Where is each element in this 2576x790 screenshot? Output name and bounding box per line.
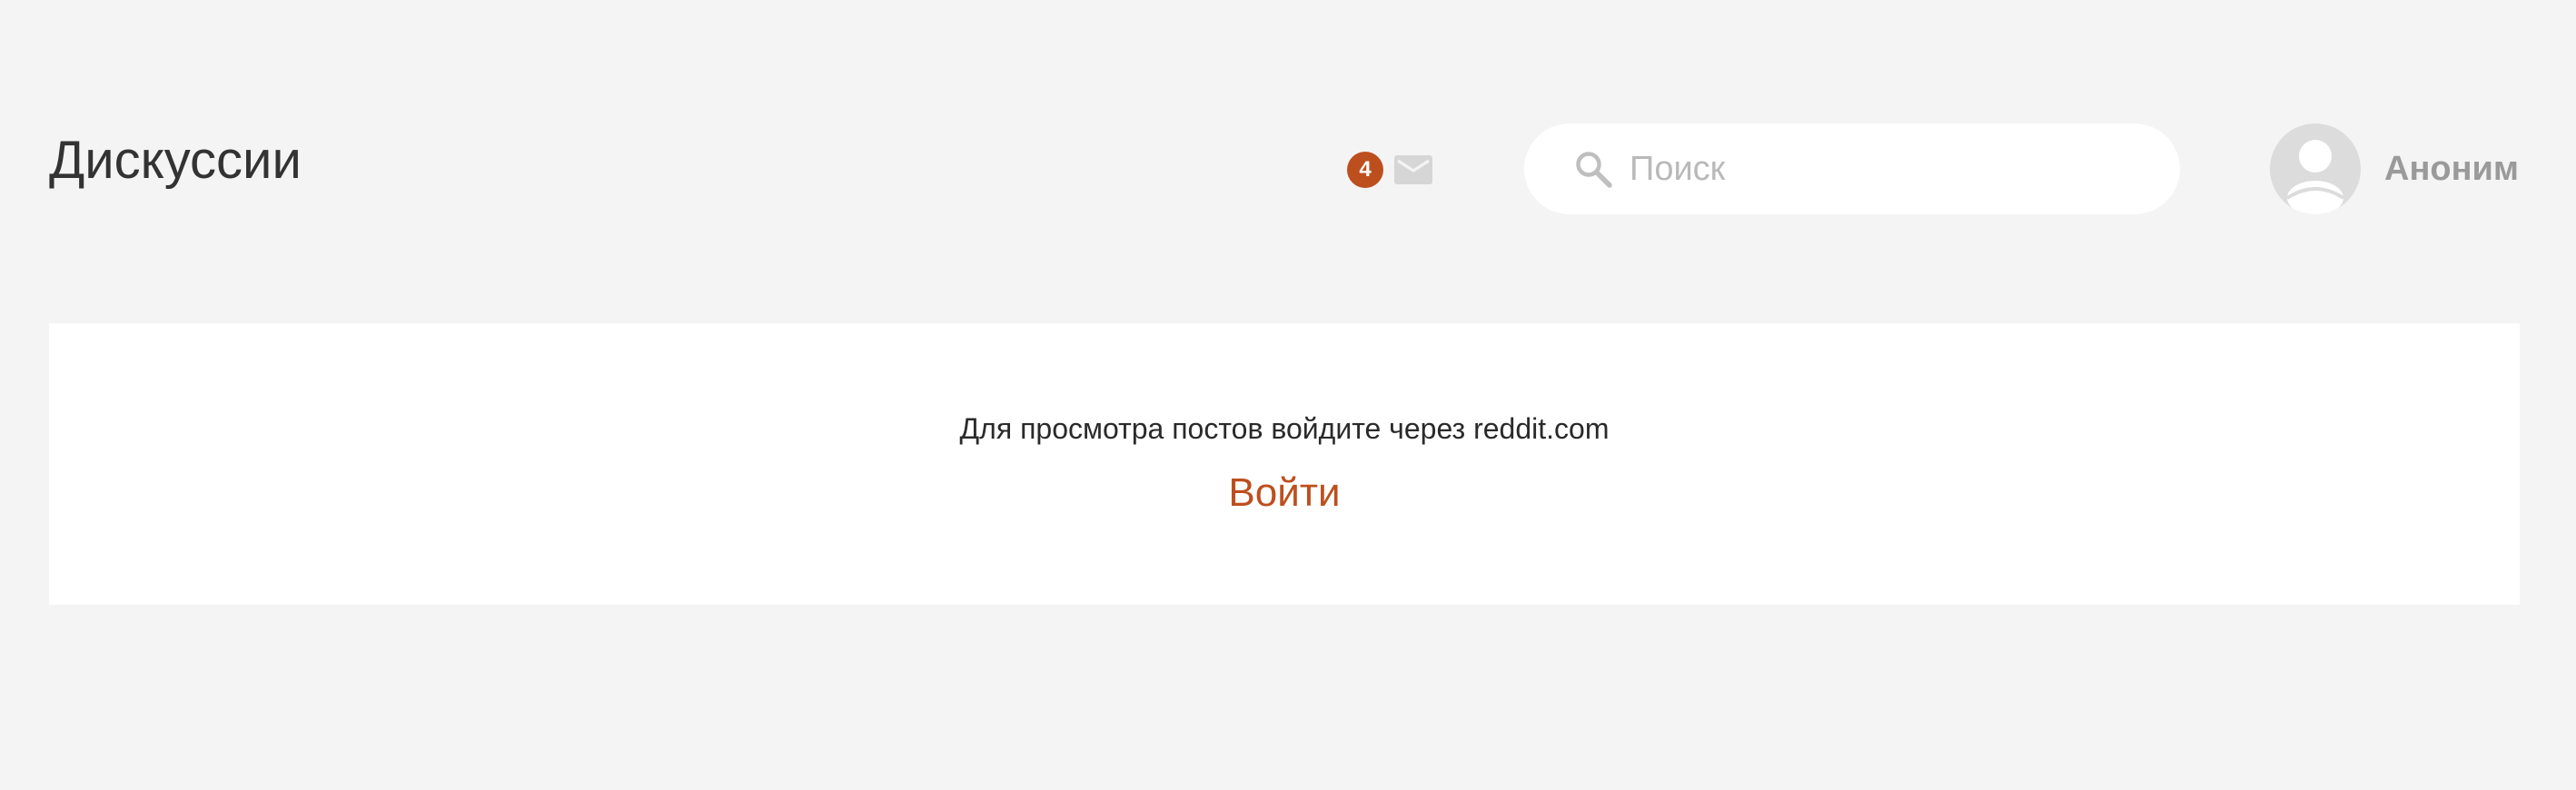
avatar-icon [2270,123,2361,214]
login-link[interactable]: Войти [49,470,2520,516]
login-prompt-message: Для просмотра постов войдите через reddi… [959,412,1610,445]
notifications-button[interactable]: 4 [1347,150,1432,190]
header: Дискуссии 4 Аноним [0,0,2576,309]
page-title: Дискуссии [49,131,302,190]
search-icon [1576,152,1612,188]
search-input[interactable] [1628,148,2158,190]
notification-badge: 4 [1347,152,1383,188]
user-name: Аноним [2384,149,2520,188]
search-box[interactable] [1524,123,2180,214]
login-prompt-panel: Для просмотра постов войдите через reddi… [49,323,2520,605]
user-menu[interactable]: Аноним [2270,123,2519,214]
mail-icon [1394,155,1432,184]
